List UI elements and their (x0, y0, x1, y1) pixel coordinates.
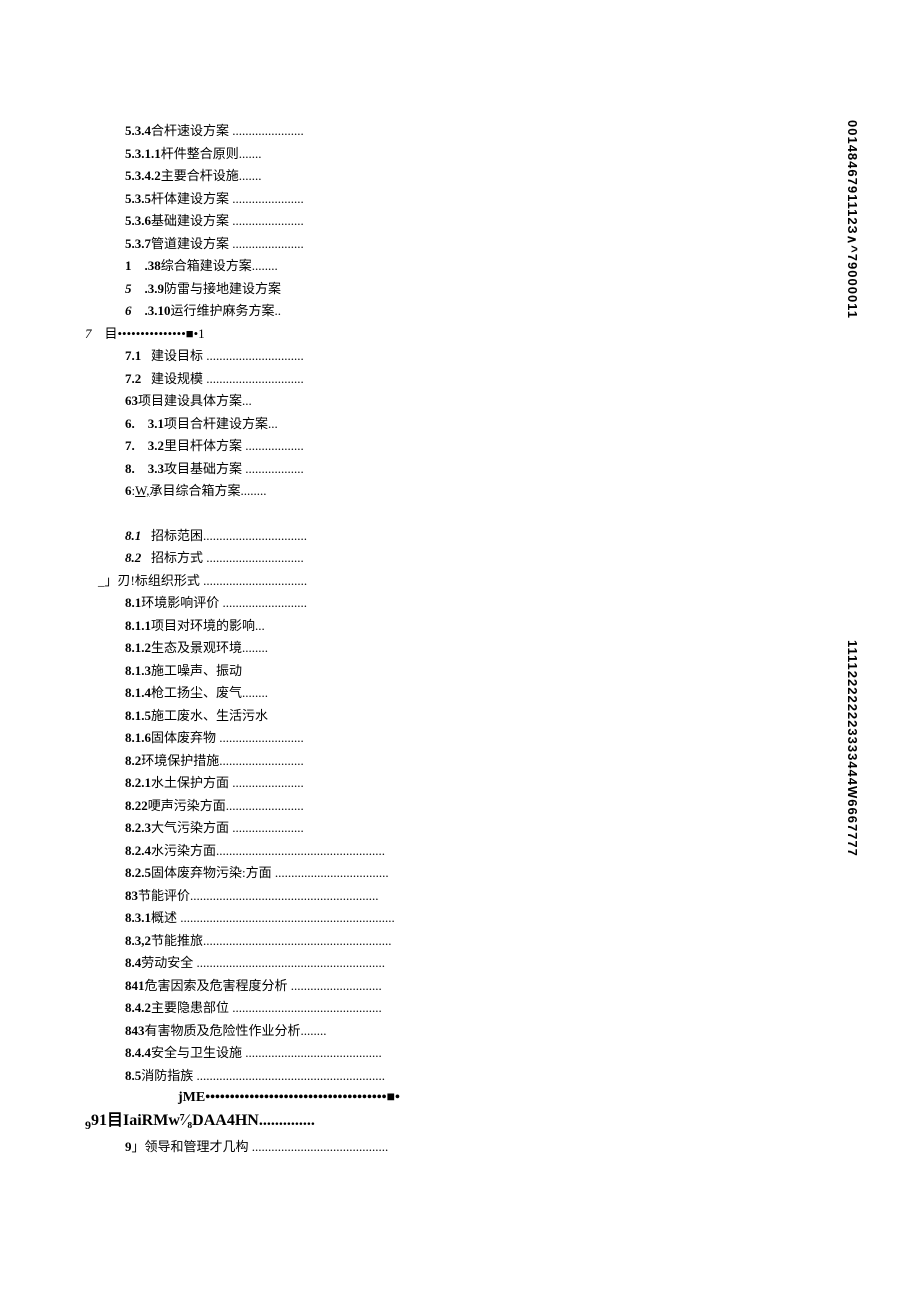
toc-line: 8.1 招标范困................................ (85, 525, 805, 548)
toc-line: 8.3,2节能推旅...............................… (85, 930, 805, 953)
toc-line: 7.2 建设规模 .............................. (85, 368, 805, 391)
toc-line: 843有害物质及危险性作业分析........ (85, 1020, 805, 1043)
toc-line: 5.3.6基础建设方案 ...................... (85, 210, 805, 233)
toc-line: 8.1环境影响评价 .......................... (85, 592, 805, 615)
toc-line: jME•••••••••••••••••••••••••••••••••••••… (85, 1087, 805, 1110)
toc-line: 8.3.1概述 ................................… (85, 907, 805, 930)
toc-line: 7. 3.2里目杆体方案 .................. (85, 435, 805, 458)
margin-code-bottom: 111122222223333444W6667777 (845, 640, 860, 857)
toc-line: 5.3.4.2主要合杆设施....... (85, 165, 805, 188)
toc-line: 6:W,承目综合箱方案........ (85, 480, 805, 503)
toc-line: 8.2.5固体废弃物污染:方面 ........................… (85, 862, 805, 885)
toc-line: 8.4.4安全与卫生设施 ...........................… (85, 1042, 805, 1065)
toc-line: 7 目•••••••••••••••■•1 (85, 323, 805, 346)
toc-line: 8.2.4水污染方面..............................… (85, 840, 805, 863)
toc-line: 8.2 招标方式 .............................. (85, 547, 805, 570)
toc-line: 8.22哽声污染方面........................ (85, 795, 805, 818)
toc-line: 63项目建设具体方案... (85, 390, 805, 413)
toc-line: 8.2环境保护措施.......................... (85, 750, 805, 773)
toc-line: 8.1.5施工废水、生活污水 (85, 705, 805, 728)
toc-line: 8.5消防指族 ................................… (85, 1065, 805, 1088)
toc-line: 6. 3.1项目合杆建设方案... (85, 413, 805, 436)
toc-line: 8.1.6固体废弃物 .......................... (85, 727, 805, 750)
toc-content: 5.3.4合杆速设方案 ......................5.3.1.… (85, 120, 805, 1159)
toc-line: 5.3.1.1杆件整合原则....... (85, 143, 805, 166)
toc-line: 991⽬IaiRMw⁷⁄₈DAA4HN.............. (85, 1110, 805, 1137)
toc-line: 8.1.2生态及景观环境........ (85, 637, 805, 660)
toc-line: 8.4.2主要隐患部位 ............................… (85, 997, 805, 1020)
toc-line: 8.2.3大气污染方面 ...................... (85, 817, 805, 840)
toc-line: 1 .38综合箱建设方案........ (85, 255, 805, 278)
toc-line: 8. 3.3攻目基础方案 .................. (85, 458, 805, 481)
toc-line: 9」领导和管理才几构 .............................… (85, 1136, 805, 1159)
toc-line: 841危害因索及危害程度分析 .........................… (85, 975, 805, 998)
toc-line: 8.1.4枪工扬尘、废气........ (85, 682, 805, 705)
toc-line: 6 .3.10运行维护麻务方案.. (85, 300, 805, 323)
toc-line: _」刃!标组织形式 ..............................… (85, 570, 805, 593)
toc-line: 5.3.5杆体建设方案 ...................... (85, 188, 805, 211)
margin-code-top: 0014846791112З∧^79000011 (845, 120, 860, 319)
toc-line: 8.4劳动安全 ................................… (85, 952, 805, 975)
toc-line: 8.2.1水土保护方面 ...................... (85, 772, 805, 795)
toc-line: 5.3.4合杆速设方案 ...................... (85, 120, 805, 143)
toc-line: 5.3.7管道建设方案 ...................... (85, 233, 805, 256)
toc-line (85, 503, 805, 525)
toc-line: 8.1.3施工噪声、振动 (85, 660, 805, 683)
toc-line: 7.1 建设目标 .............................. (85, 345, 805, 368)
toc-line: 8.1.1项目对环境的影响... (85, 615, 805, 638)
toc-line: 5 .3.9防雷与接地建设方案 (85, 278, 805, 301)
toc-line: 83节能评价..................................… (85, 885, 805, 908)
